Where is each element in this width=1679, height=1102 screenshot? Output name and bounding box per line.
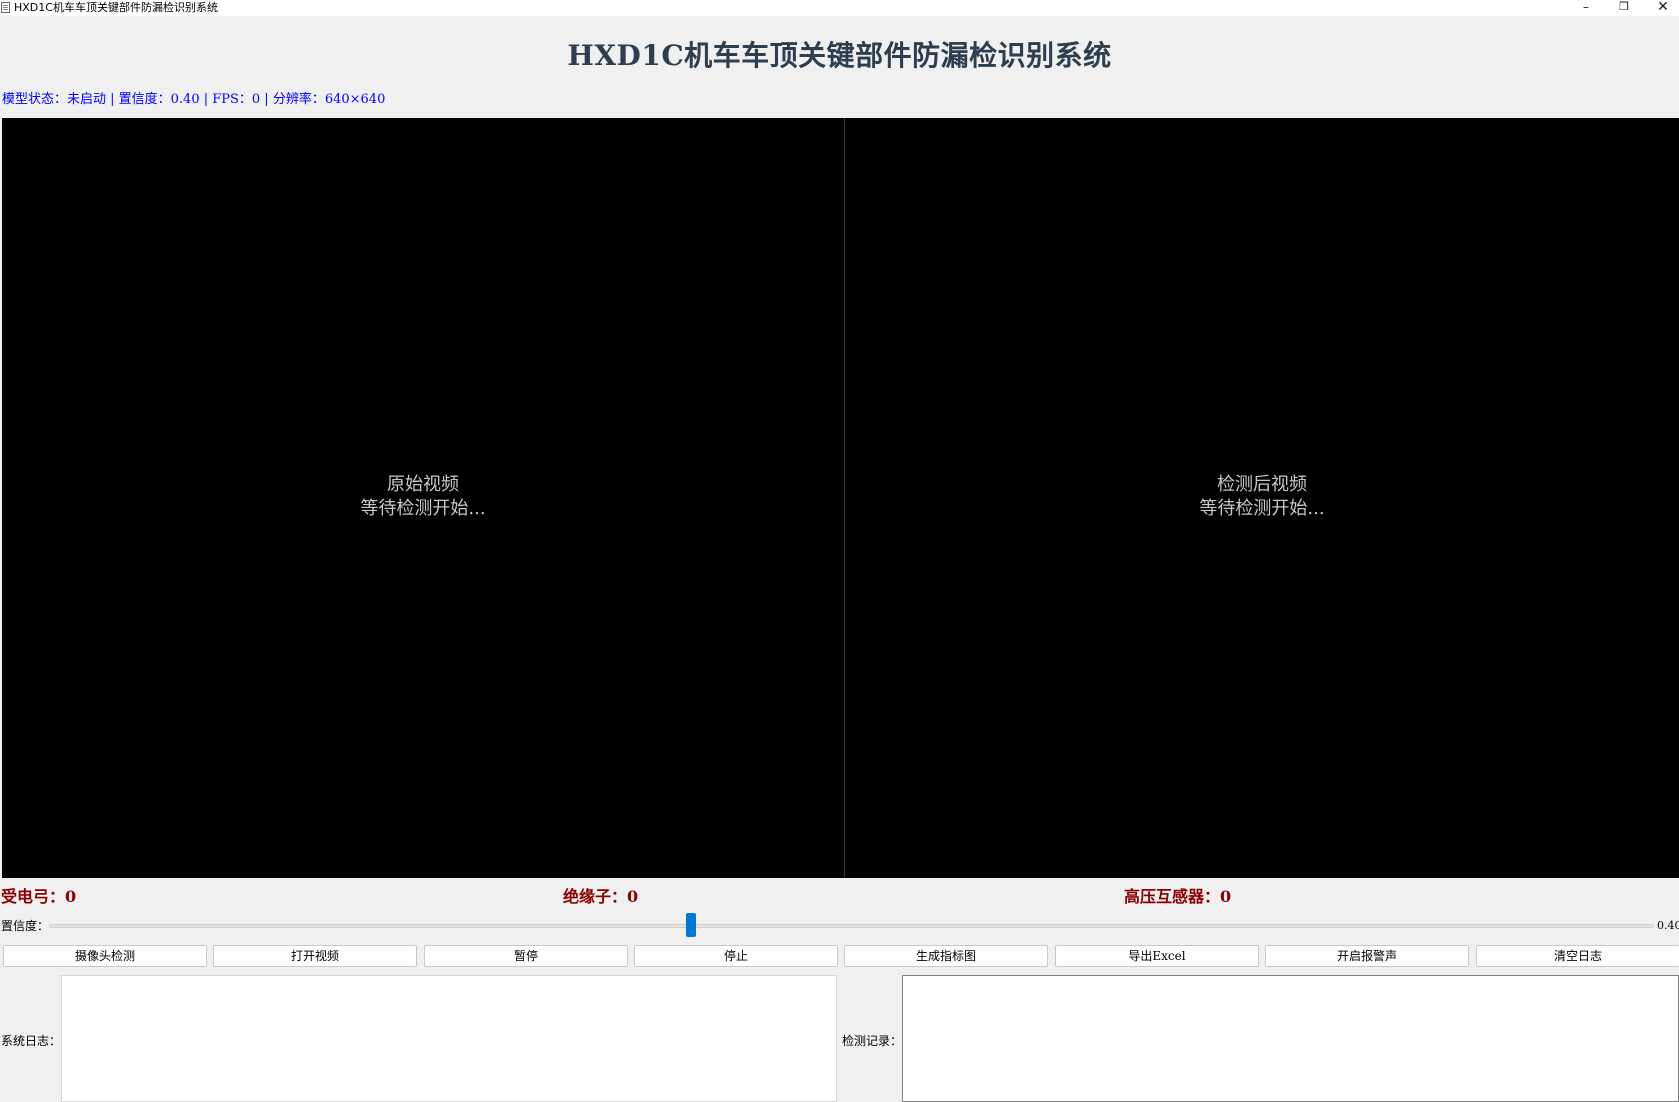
confidence-slider-track[interactable] [49, 924, 1654, 928]
system-log-textarea[interactable] [61, 975, 837, 1102]
original-video-panel: 原始视频 等待检测开始... [2, 118, 844, 878]
detected-video-title: 检测后视频 [1217, 474, 1307, 495]
pause-button[interactable]: 暂停 [424, 945, 628, 967]
detected-video-placeholder: 检测后视频 等待检测开始... [845, 473, 1679, 521]
restore-button[interactable]: ❐ [1606, 0, 1642, 16]
detected-video-waiting-text: 等待检测开始... [1199, 498, 1325, 519]
minimize-button[interactable]: – [1568, 0, 1604, 16]
original-video-title: 原始视频 [387, 474, 459, 495]
export-excel-button[interactable]: 导出Excel [1055, 945, 1259, 967]
detection-record-textarea[interactable] [902, 975, 1679, 1102]
original-video-waiting-text: 等待检测开始... [360, 498, 486, 519]
system-log-label: 系统日志： [1, 1034, 62, 1048]
open-video-button[interactable]: 打开视频 [213, 945, 417, 967]
window-title: HXD1C机车车顶关键部件防漏检识别系统 [14, 1, 218, 14]
model-status-line: 模型状态：未启动 | 置信度：0.40 | FPS：0 | 分辨率：640×64… [2, 92, 386, 107]
confidence-slider-label: 置信度： [1, 919, 50, 933]
generate-chart-button[interactable]: 生成指标图 [844, 945, 1048, 967]
alarm-toggle-button[interactable]: 开启报警声 [1265, 945, 1469, 967]
pantograph-count: 受电弓：0 [1, 887, 77, 906]
hv-transformer-count: 高压互感器：0 [1124, 887, 1232, 906]
close-button[interactable]: ✕ [1645, 0, 1679, 16]
confidence-slider-value: 0.40 [1657, 919, 1679, 932]
original-video-placeholder: 原始视频 等待检测开始... [2, 473, 844, 521]
insulator-count: 绝缘子：0 [563, 887, 639, 906]
app-icon [1, 2, 10, 13]
window-titlebar: HXD1C机车车顶关键部件防漏检识别系统 – ❐ ✕ [0, 0, 1679, 16]
confidence-slider-handle[interactable] [686, 913, 696, 937]
stop-button[interactable]: 停止 [634, 945, 838, 967]
clear-log-button[interactable]: 清空日志 [1476, 945, 1679, 967]
detection-record-label: 检测记录： [842, 1034, 903, 1048]
detected-video-panel: 检测后视频 等待检测开始... [845, 118, 1679, 878]
camera-detect-button[interactable]: 摄像头检测 [3, 945, 207, 967]
page-title: HXD1C机车车顶关键部件防漏检识别系统 [567, 39, 1112, 72]
